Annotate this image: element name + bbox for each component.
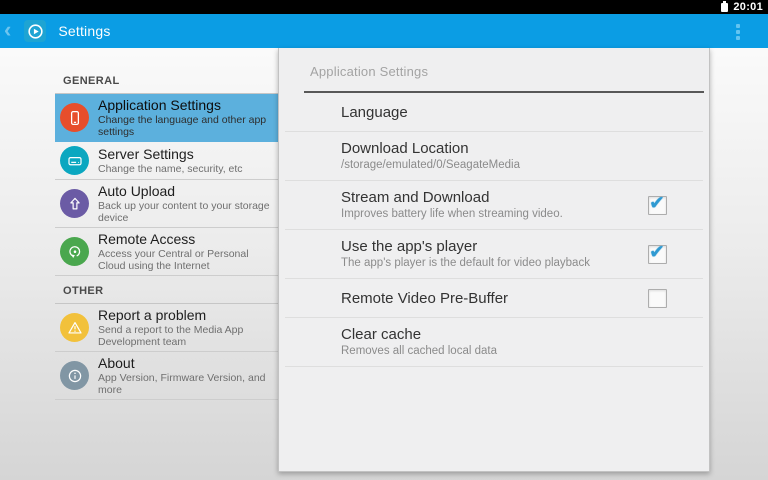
sidebar-item-sublabel: Change the language and other app settin…	[98, 114, 278, 138]
tablet-screen: 20:01 ‹ Settings GENERALApplication Sett…	[0, 0, 768, 480]
sidebar-item-sublabel: App Version, Firmware Version, and more	[98, 372, 278, 396]
panel-items: Language Download Location/storage/emulat…	[279, 93, 709, 367]
settings-item-remote-video-pre-buffer[interactable]: Remote Video Pre-Buffer	[285, 279, 703, 318]
settings-item-sublabel: Removes all cached local data	[341, 344, 497, 359]
settings-item-download-location[interactable]: Download Location/storage/emulated/0/Sea…	[285, 132, 703, 181]
sidebar-item-label: Application Settings	[98, 97, 278, 114]
settings-item-clear-cache[interactable]: Clear cacheRemoves all cached local data	[285, 318, 703, 367]
page-title: Settings	[58, 23, 110, 39]
sidebar-item-server-settings[interactable]: Server SettingsChange the name, security…	[55, 142, 278, 180]
drive-icon	[60, 146, 89, 175]
sidebar-item-auto-upload[interactable]: Auto UploadBack up your content to your …	[55, 180, 278, 228]
checkbox-checked[interactable]	[648, 245, 667, 264]
sidebar-item-remote-access[interactable]: Remote AccessAccess your Central or Pers…	[55, 228, 278, 276]
sidebar-item-sublabel: Back up your content to your storage dev…	[98, 200, 278, 224]
sidebar-item-sublabel: Send a report to the Media App Developme…	[98, 324, 278, 348]
phone-icon	[60, 103, 89, 132]
app-logo-icon	[24, 20, 46, 42]
sidebar-item-label: Auto Upload	[98, 183, 278, 200]
settings-sidebar: GENERALApplication SettingsChange the la…	[55, 70, 278, 400]
settings-item-sublabel: /storage/emulated/0/SeagateMedia	[341, 158, 520, 173]
sidebar-item-application-settings[interactable]: Application SettingsChange the language …	[55, 94, 278, 142]
checkbox-checked[interactable]	[648, 196, 667, 215]
section-header-general: GENERAL	[55, 70, 278, 94]
status-bar: 20:01	[0, 0, 768, 14]
panel-title: Application Settings	[279, 48, 709, 79]
settings-item-language[interactable]: Language	[285, 93, 703, 132]
settings-item-label: Download Location	[341, 139, 520, 158]
sidebar-item-report-a-problem[interactable]: Report a problemSend a report to the Med…	[55, 304, 278, 352]
sidebar-item-about[interactable]: AboutApp Version, Firmware Version, and …	[55, 352, 278, 400]
action-bar: ‹ Settings	[0, 14, 768, 48]
content-area: GENERALApplication SettingsChange the la…	[0, 48, 768, 480]
sidebar-item-label: Report a problem	[98, 307, 278, 324]
section-header-other: OTHER	[55, 276, 278, 304]
settings-item-label: Stream and Download	[341, 188, 563, 207]
sidebar-item-label: Remote Access	[98, 231, 278, 248]
remote-swirl-icon	[60, 237, 89, 266]
sidebar-item-label: About	[98, 355, 278, 372]
settings-item-label: Clear cache	[341, 325, 497, 344]
settings-item-label: Language	[341, 103, 408, 122]
sidebar-item-sublabel: Access your Central or Personal Cloud us…	[98, 248, 278, 272]
overflow-menu-icon[interactable]	[726, 20, 750, 44]
settings-item-label: Remote Video Pre-Buffer	[341, 289, 508, 308]
settings-item-use-the-app-s-player[interactable]: Use the app's playerThe app's player is …	[285, 230, 703, 279]
settings-item-sublabel: The app's player is the default for vide…	[341, 256, 590, 271]
settings-item-sublabel: Improves battery life when streaming vid…	[341, 207, 563, 222]
sidebar-item-sublabel: Change the name, security, etc	[98, 163, 243, 175]
warning-triangle-icon	[60, 313, 89, 342]
application-settings-panel: Application Settings Language Download Lo…	[278, 48, 710, 472]
settings-item-label: Use the app's player	[341, 237, 590, 256]
battery-icon	[721, 3, 728, 12]
clock: 20:01	[733, 1, 763, 13]
checkbox-unchecked[interactable]	[648, 289, 667, 308]
back-icon[interactable]: ‹	[4, 20, 11, 40]
info-icon	[60, 361, 89, 390]
settings-item-stream-and-download[interactable]: Stream and DownloadImproves battery life…	[285, 181, 703, 230]
sidebar-item-label: Server Settings	[98, 146, 243, 163]
upload-arrow-icon	[60, 189, 89, 218]
